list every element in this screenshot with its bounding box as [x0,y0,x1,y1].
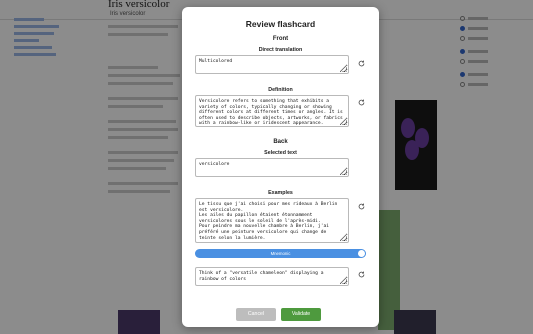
examples-label: Examples [268,190,293,196]
mnemonic-field[interactable]: Think of a "versatile chameleon" display… [195,267,349,286]
direct-translation-field[interactable]: Multicolored [195,55,349,74]
regenerate-examples-icon[interactable] [358,203,365,210]
regenerate-definition-icon[interactable] [358,99,365,106]
direct-translation-label: Direct translation [258,47,303,53]
regenerate-translation-icon[interactable] [358,60,365,67]
selected-text-field[interactable]: versicolore [195,158,349,177]
cancel-button[interactable]: Cancel [236,308,276,321]
definition-label: Definition [268,87,293,93]
review-flashcard-dialog: Review flashcard Front Direct translatio… [182,7,379,327]
mnemonic-toggle-label: Mnemonic [270,250,291,256]
dialog-title: Review flashcard [245,19,316,29]
mnemonic-toggle[interactable]: Mnemonic [195,249,366,258]
regenerate-mnemonic-icon[interactable] [358,271,365,278]
toggle-knob [358,250,365,257]
selected-text-label: Selected text [264,150,297,156]
back-heading: Back [273,139,288,145]
validate-button[interactable]: Validate [281,308,321,321]
definition-field[interactable]: Versicolore refers to something that exh… [195,95,349,127]
front-heading: Front [272,36,289,42]
examples-field[interactable]: Le tissu que j'ai choisi pour mes rideau… [195,198,349,243]
